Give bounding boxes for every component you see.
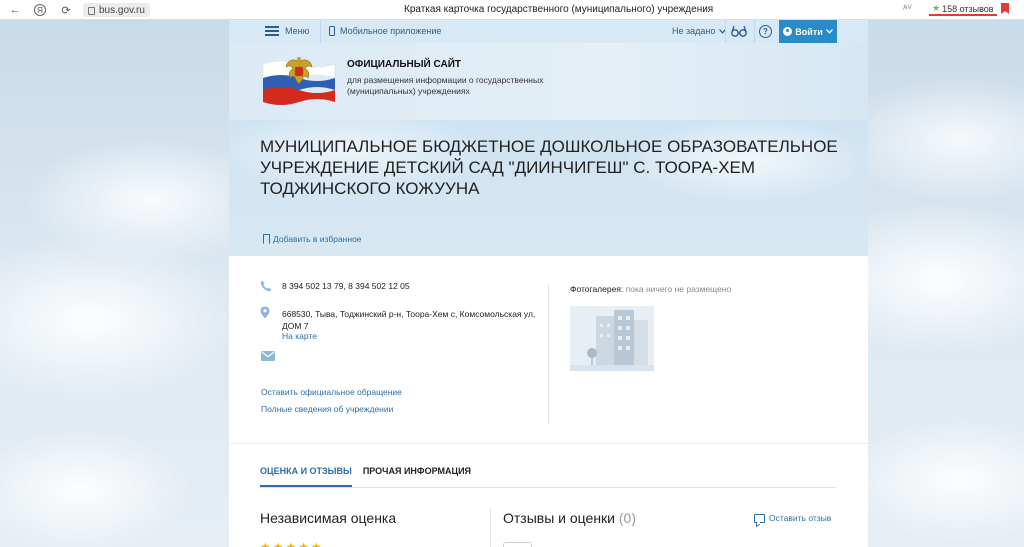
reviews-title: Отзывы и оценки (0) bbox=[503, 510, 636, 526]
user-icon bbox=[783, 27, 793, 36]
back-arrow-icon[interactable]: ← bbox=[9, 4, 21, 16]
login-button[interactable]: Войти bbox=[779, 20, 837, 43]
region-label: Не задано bbox=[672, 26, 716, 36]
review-filter-box[interactable] bbox=[503, 542, 532, 547]
region-select[interactable]: Не задано bbox=[672, 26, 727, 36]
email-icon bbox=[261, 351, 275, 361]
address-bar[interactable]: bus.gov.ru bbox=[83, 3, 150, 17]
phone-numbers: 8 394 502 13 79, 8 394 502 12 05 bbox=[282, 281, 410, 291]
yandex-icon[interactable]: Я bbox=[34, 4, 46, 16]
reviews-count: (0) bbox=[618, 510, 637, 526]
add-to-favorites-label: Добавить в избранное bbox=[273, 234, 362, 244]
comment-icon bbox=[754, 513, 765, 523]
lock-icon bbox=[88, 7, 95, 15]
login-label: Войти bbox=[795, 26, 823, 37]
reviews-badge[interactable]: ★ 158 отзывов bbox=[929, 3, 997, 16]
tabs-underline bbox=[260, 487, 836, 488]
photo-gallery-status: пока ничего не размещено bbox=[623, 284, 732, 294]
mobile-app-link[interactable]: Мобильное приложение bbox=[329, 26, 441, 36]
translate-icon[interactable]: ᴬⱽ bbox=[903, 4, 912, 15]
russian-flag-emblem-logo[interactable] bbox=[261, 54, 337, 108]
hamburger-icon bbox=[265, 26, 279, 36]
address-row: 668530, Тыва, Тоджинский р-н, Тоора-Хем … bbox=[260, 306, 535, 341]
official-appeal-link[interactable]: Оставить официальное обращение bbox=[261, 387, 402, 397]
rating-stars: ★★★★★ bbox=[260, 540, 324, 547]
reviews-title-text: Отзывы и оценки bbox=[503, 510, 615, 526]
star-icon: ★ bbox=[932, 3, 941, 13]
site-title: ОФИЦИАЛЬНЫЙ САЙТ bbox=[347, 59, 462, 70]
contact-info-section: 8 394 502 13 79, 8 394 502 12 05 668530,… bbox=[229, 256, 868, 443]
nav-divider bbox=[725, 20, 726, 43]
bookmark-icon bbox=[263, 234, 270, 244]
tab-bar: ОЦЕНКА И ОТЗЫВЫ ПРОЧАЯ ИНФОРМАЦИЯ bbox=[260, 466, 471, 487]
independent-rating-title: Независимая оценка bbox=[260, 510, 397, 526]
reload-icon[interactable]: ⟳ bbox=[60, 4, 72, 17]
location-pin-icon bbox=[260, 306, 270, 319]
phone-icon bbox=[260, 280, 272, 292]
photo-gallery-title: Фотогалерея: bbox=[570, 284, 624, 294]
help-icon[interactable]: ? bbox=[759, 25, 772, 38]
tab-other-info[interactable]: ПРОЧАЯ ИНФОРМАЦИЯ bbox=[363, 466, 471, 487]
tab-ratings-reviews[interactable]: ОЦЕНКА И ОТЗЫВЫ bbox=[260, 466, 352, 487]
menu-label: Меню bbox=[285, 26, 310, 36]
top-navigation: Меню Мобильное приложение Не задано ? Во… bbox=[229, 20, 868, 43]
site-subtitle: для размещения информации о государствен… bbox=[347, 75, 544, 96]
on-map-link[interactable]: На карте bbox=[282, 331, 317, 341]
reviews-badge-text: 158 отзывов bbox=[942, 3, 994, 14]
phone-row: 8 394 502 13 79, 8 394 502 12 05 bbox=[260, 280, 410, 292]
column-divider bbox=[490, 508, 491, 547]
nav-divider bbox=[320, 20, 321, 43]
column-divider bbox=[548, 284, 549, 424]
address-text: 668530, Тыва, Тоджинский р-н, Тоора-Хем … bbox=[282, 309, 536, 331]
section-divider bbox=[229, 443, 868, 444]
photo-gallery-label: Фотогалерея: пока ничего не размещено bbox=[570, 284, 731, 294]
main-panel: Меню Мобильное приложение Не задано ? Во… bbox=[229, 20, 868, 547]
menu-button[interactable]: Меню bbox=[265, 26, 309, 36]
nav-divider bbox=[754, 20, 755, 43]
leave-review-button[interactable]: Оставить отзыв bbox=[754, 513, 831, 523]
url-text: bus.gov.ru bbox=[99, 4, 145, 16]
page-title-bar: Краткая карточка государственного (муниц… bbox=[404, 4, 714, 15]
building-placeholder-image[interactable] bbox=[570, 306, 654, 371]
accessibility-glasses-icon[interactable] bbox=[731, 24, 747, 38]
organization-banner: МУНИЦИПАЛЬНОЕ БЮДЖЕТНОЕ ДОШКОЛЬНОЕ ОБРАЗ… bbox=[229, 120, 868, 256]
smartphone-icon bbox=[329, 26, 335, 36]
chevron-down-icon bbox=[825, 29, 833, 34]
organization-name: МУНИЦИПАЛЬНОЕ БЮДЖЕТНОЕ ДОШКОЛЬНОЕ ОБРАЗ… bbox=[260, 137, 838, 198]
full-info-link[interactable]: Полные сведения об учреждении bbox=[261, 404, 393, 414]
site-header: ОФИЦИАЛЬНЫЙ САЙТ для размещения информац… bbox=[229, 43, 868, 120]
bookmark-icon[interactable] bbox=[1001, 3, 1009, 14]
mobile-app-label: Мобильное приложение bbox=[340, 26, 442, 36]
add-to-favorites-button[interactable]: Добавить в избранное bbox=[263, 234, 362, 244]
browser-toolbar: ← Я ⟳ bus.gov.ru Краткая карточка госуда… bbox=[0, 0, 1024, 20]
leave-review-label: Оставить отзыв bbox=[769, 513, 832, 523]
